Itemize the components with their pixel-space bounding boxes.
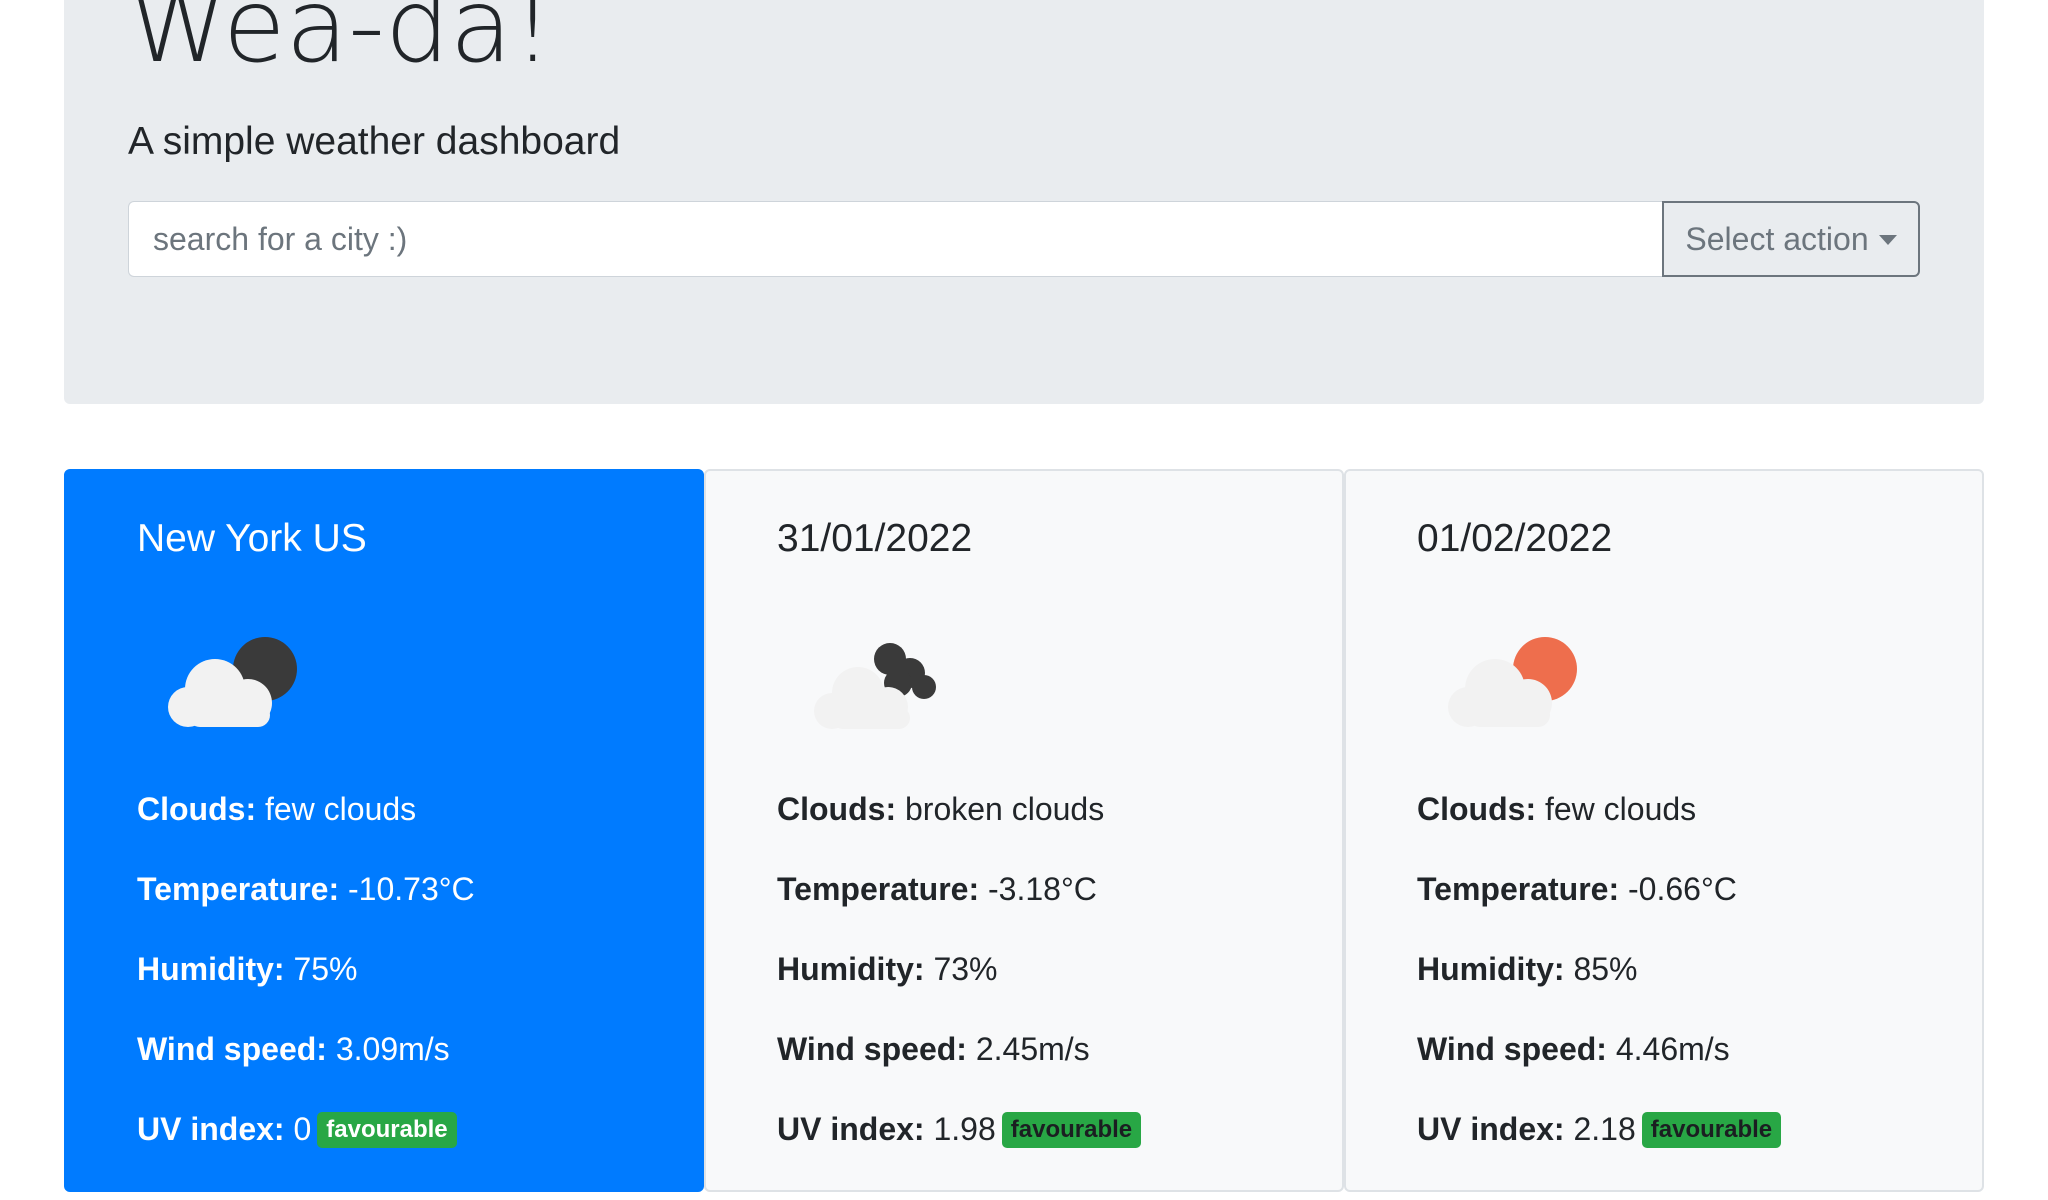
wind-label: Wind speed: (777, 1031, 967, 1067)
app-title: Wea-da! (128, 0, 554, 86)
uv-stat: UV index: 1.98 favourable (777, 1109, 1142, 1149)
uv-status-badge: favourable (1001, 1112, 1142, 1148)
clouds-stat: Clouds: broken clouds (777, 789, 1104, 829)
clouds-label: Clouds: (1417, 791, 1537, 827)
temperature-value: -0.66°C (1628, 871, 1737, 907)
caret-down-icon (1878, 235, 1897, 245)
wind-stat: Wind speed: 2.45m/s (777, 1029, 1090, 1069)
broken-clouds-icon (814, 643, 936, 729)
header-jumbotron: Wea-da! A simple weather dashboard Selec… (64, 0, 1984, 404)
wind-value: 4.46m/s (1615, 1031, 1730, 1067)
temperature-value: -3.18°C (988, 871, 1097, 907)
temperature-stat: Temperature: -0.66°C (1417, 869, 1737, 909)
clouds-label: Clouds: (137, 791, 257, 827)
forecast-card: 31/01/2022 Clouds: broken clouds Tempera… (704, 469, 1344, 1192)
clouds-stat: Clouds: few clouds (137, 789, 416, 829)
uv-status-badge: favourable (1641, 1112, 1782, 1148)
uv-stat: UV index: 2.18 favourable (1417, 1109, 1782, 1149)
city-search-input[interactable] (128, 201, 1662, 277)
temperature-label: Temperature: (1417, 871, 1620, 907)
clouds-value: broken clouds (904, 791, 1105, 827)
uv-value: 0 (293, 1111, 312, 1147)
wind-value: 2.45m/s (975, 1031, 1090, 1067)
wind-value: 3.09m/s (335, 1031, 450, 1067)
temperature-stat: Temperature: -10.73°C (137, 869, 475, 909)
clouds-label: Clouds: (777, 791, 897, 827)
temperature-value: -10.73°C (348, 871, 475, 907)
uv-label: UV index: (137, 1111, 285, 1147)
uv-label: UV index: (777, 1111, 925, 1147)
few-clouds-night-icon (168, 637, 297, 727)
wind-stat: Wind speed: 3.09m/s (137, 1029, 450, 1069)
forecast-card: 01/02/2022 Clouds: few clouds Temperatur… (1344, 469, 1984, 1192)
humidity-label: Humidity: (777, 951, 925, 987)
humidity-value: 85% (1573, 951, 1638, 987)
uv-stat: UV index: 0 favourable (137, 1109, 457, 1149)
card-title: 31/01/2022 (777, 517, 973, 560)
humidity-value: 75% (293, 951, 358, 987)
temperature-stat: Temperature: -3.18°C (777, 869, 1097, 909)
humidity-value: 73% (933, 951, 998, 987)
app-subtitle: A simple weather dashboard (128, 120, 621, 163)
select-action-dropdown[interactable]: Select action (1662, 201, 1920, 277)
current-weather-card: New York US Clouds: few clouds Temperatu… (64, 469, 704, 1192)
uv-value: 1.98 (933, 1111, 996, 1147)
humidity-stat: Humidity: 75% (137, 949, 357, 989)
uv-status-badge: favourable (317, 1112, 457, 1148)
humidity-stat: Humidity: 73% (777, 949, 997, 989)
clouds-stat: Clouds: few clouds (1417, 789, 1696, 829)
wind-label: Wind speed: (1417, 1031, 1607, 1067)
temperature-label: Temperature: (777, 871, 980, 907)
humidity-stat: Humidity: 85% (1417, 949, 1637, 989)
humidity-label: Humidity: (1417, 951, 1565, 987)
clouds-value: few clouds (1544, 791, 1697, 827)
uv-value: 2.18 (1573, 1111, 1636, 1147)
few-clouds-day-icon (1448, 637, 1577, 727)
card-title: New York US (137, 517, 367, 560)
clouds-value: few clouds (264, 791, 417, 827)
search-group: Select action (128, 201, 1920, 277)
uv-label: UV index: (1417, 1111, 1565, 1147)
humidity-label: Humidity: (137, 951, 285, 987)
select-action-label: Select action (1685, 220, 1869, 257)
card-title: 01/02/2022 (1417, 517, 1613, 560)
wind-stat: Wind speed: 4.46m/s (1417, 1029, 1730, 1069)
temperature-label: Temperature: (137, 871, 340, 907)
wind-label: Wind speed: (137, 1031, 327, 1067)
